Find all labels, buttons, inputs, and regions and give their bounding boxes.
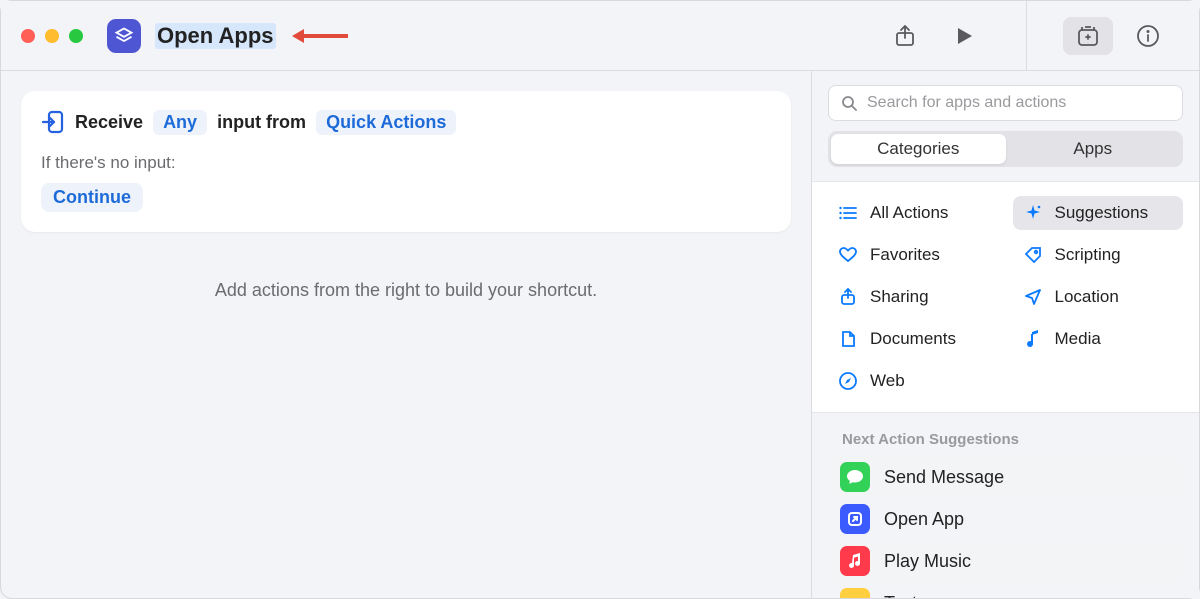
toolbar-separator [1026, 1, 1027, 71]
music-icon [1023, 329, 1043, 349]
category-label: Web [870, 371, 905, 391]
messages-icon [840, 462, 870, 492]
input-source-selector[interactable]: Quick Actions [316, 110, 456, 135]
category-web[interactable]: Web [828, 364, 999, 398]
category-label: Suggestions [1055, 203, 1149, 223]
fullscreen-window-button[interactable] [69, 29, 83, 43]
shortcut-details-button[interactable] [1063, 17, 1113, 55]
main: Receive Any input from Quick Actions If … [1, 71, 1199, 598]
input-icon [41, 109, 65, 135]
category-media[interactable]: Media [1013, 322, 1184, 356]
titlebar: Open Apps [1, 1, 1199, 71]
receive-label: Receive [75, 112, 143, 133]
arrow-annotation [290, 26, 350, 46]
suggestion-label: Play Music [884, 551, 971, 572]
category-label: Sharing [870, 287, 929, 307]
info-button[interactable] [1123, 17, 1173, 55]
no-input-behavior-selector[interactable]: Continue [41, 183, 143, 212]
music-app-icon [840, 546, 870, 576]
category-sharing[interactable]: Sharing [828, 280, 999, 314]
shortcut-icon[interactable] [107, 19, 141, 53]
category-location[interactable]: Location [1013, 280, 1184, 314]
close-window-button[interactable] [21, 29, 35, 43]
text-icon [840, 588, 870, 598]
category-scripting[interactable]: Scripting [1013, 238, 1184, 272]
category-label: Documents [870, 329, 956, 349]
category-label: Favorites [870, 245, 940, 265]
category-favorites[interactable]: Favorites [828, 238, 999, 272]
if-no-input-label: If there's no input: [41, 153, 771, 173]
category-label: Scripting [1055, 245, 1121, 265]
suggestions-list: Send Message Open App Play Music Text [812, 456, 1199, 598]
empty-canvas-hint: Add actions from the right to build your… [21, 280, 791, 301]
list-icon [838, 203, 858, 223]
location-icon [1023, 287, 1043, 307]
search-field[interactable] [828, 85, 1183, 121]
search-icon [841, 95, 857, 111]
category-grid: All Actions Suggestions Favorites Script… [812, 181, 1199, 413]
input-type-selector[interactable]: Any [153, 110, 207, 135]
suggestion-send-message[interactable]: Send Message [828, 456, 1183, 498]
minimize-window-button[interactable] [45, 29, 59, 43]
toolbar-right [854, 1, 1199, 70]
suggestion-text[interactable]: Text [828, 582, 1183, 598]
shortcut-title[interactable]: Open Apps [155, 23, 276, 49]
segment-apps[interactable]: Apps [1006, 134, 1181, 164]
window-controls [21, 29, 83, 43]
search-input[interactable] [867, 94, 1170, 112]
category-suggestions[interactable]: Suggestions [1013, 196, 1184, 230]
tag-icon [1023, 245, 1043, 265]
input-from-label: input from [217, 112, 306, 133]
document-icon [838, 329, 858, 349]
run-button[interactable] [940, 17, 990, 55]
sparkle-icon [1023, 203, 1043, 223]
category-label: All Actions [870, 203, 948, 223]
category-label: Location [1055, 287, 1119, 307]
suggestion-open-app[interactable]: Open App [828, 498, 1183, 540]
category-all-actions[interactable]: All Actions [828, 196, 999, 230]
category-documents[interactable]: Documents [828, 322, 999, 356]
segment-categories[interactable]: Categories [831, 134, 1006, 164]
open-app-icon [840, 504, 870, 534]
suggestion-label: Open App [884, 509, 964, 530]
input-settings-card[interactable]: Receive Any input from Quick Actions If … [21, 91, 791, 232]
suggestion-label: Send Message [884, 467, 1004, 488]
safari-icon [838, 371, 858, 391]
category-label: Media [1055, 329, 1101, 349]
suggestion-label: Text [884, 593, 917, 599]
suggestion-play-music[interactable]: Play Music [828, 540, 1183, 582]
editor-canvas: Receive Any input from Quick Actions If … [1, 71, 811, 598]
actions-sidebar: Categories Apps All Actions Suggestions [811, 71, 1199, 598]
suggestions-header: Next Action Suggestions [812, 413, 1199, 456]
heart-icon [838, 245, 858, 265]
segment-control: Categories Apps [828, 131, 1183, 167]
share-button[interactable] [880, 17, 930, 55]
share-icon [838, 287, 858, 307]
